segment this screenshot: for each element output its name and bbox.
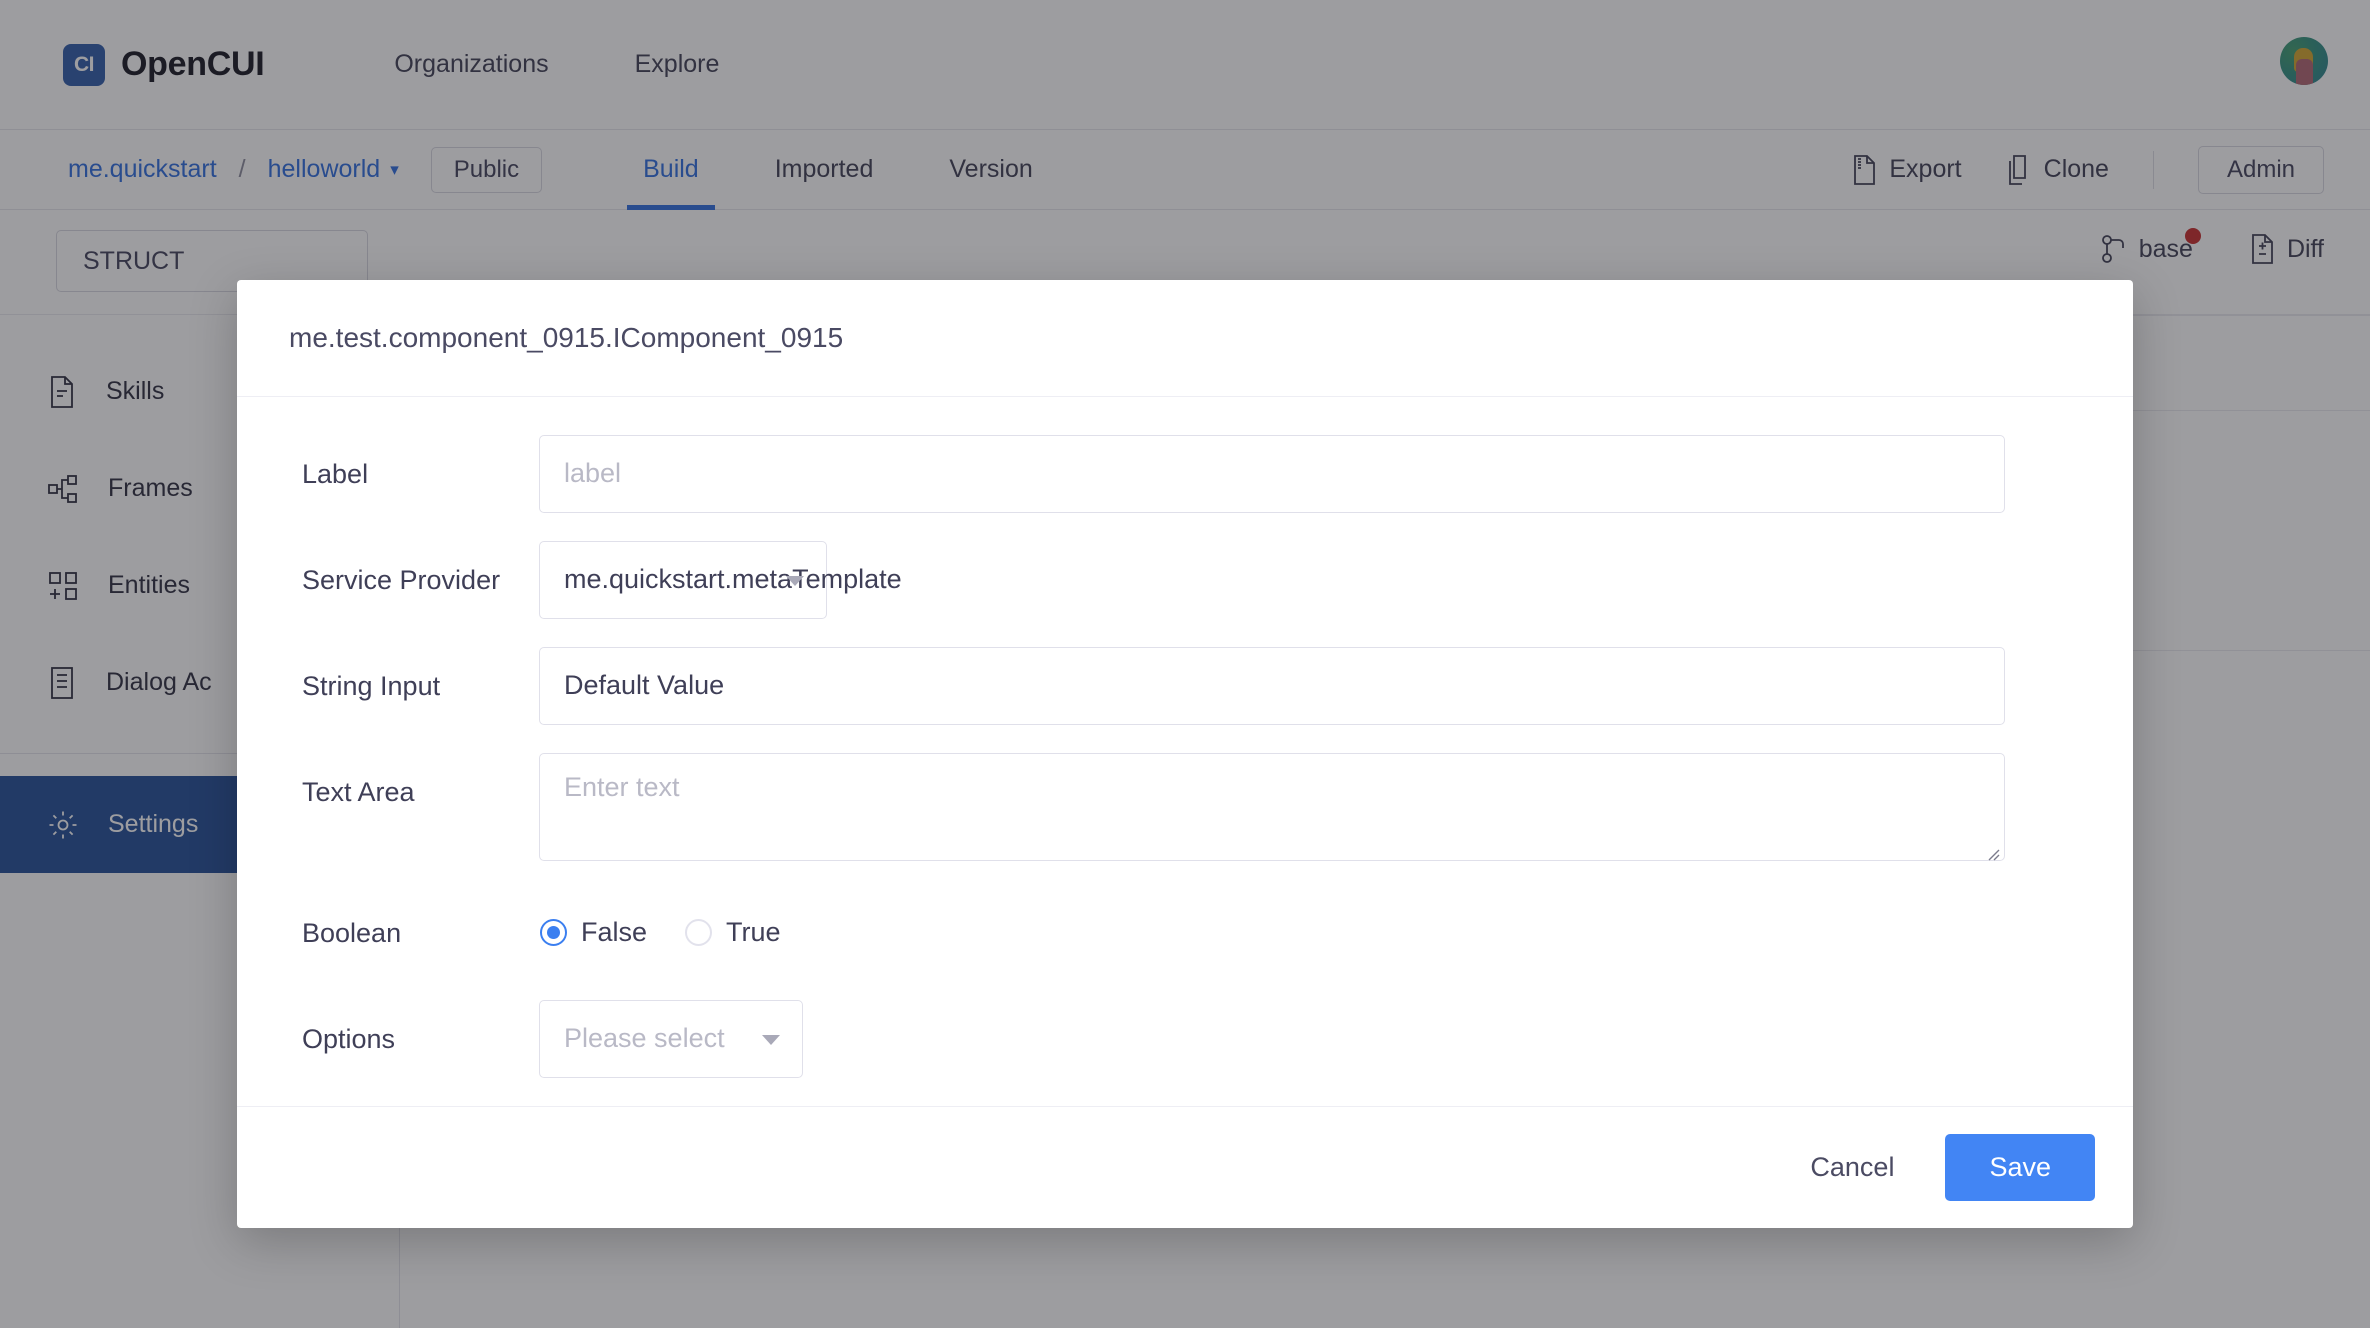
form-row-string-input: String Input (237, 647, 2133, 725)
radio-false-label: False (581, 917, 647, 948)
component-editor-dialog: me.test.component_0915.IComponent_0915 L… (237, 280, 2133, 1228)
form-row-label: Label (237, 435, 2133, 513)
form-row-boolean: Boolean False True (237, 894, 2133, 972)
chevron-down-icon (786, 576, 804, 586)
form-row-options: Options Please select (237, 1000, 2133, 1078)
form-row-service-provider: Service Provider me.quickstart.metaTempl… (237, 541, 2133, 619)
dialog-title: me.test.component_0915.IComponent_0915 (289, 322, 843, 354)
field-label-options: Options (237, 1000, 539, 1078)
options-select[interactable]: Please select (539, 1000, 803, 1078)
service-provider-value: me.quickstart.metaTemplate (564, 564, 902, 595)
radio-true-label: True (726, 917, 781, 948)
boolean-radio-group: False True (539, 894, 2133, 972)
label-input[interactable] (539, 435, 2005, 513)
options-placeholder: Please select (564, 1023, 725, 1054)
dialog-footer: Cancel Save (237, 1106, 2133, 1228)
field-control-options: Please select (539, 1000, 2133, 1078)
radio-false-indicator (540, 919, 567, 946)
radio-false[interactable]: False (540, 917, 647, 948)
cancel-button[interactable]: Cancel (1775, 1134, 1929, 1201)
field-control-boolean: False True (539, 894, 2133, 972)
textarea-wrapper (539, 753, 2005, 866)
chevron-down-icon (762, 1035, 780, 1045)
radio-true[interactable]: True (685, 917, 781, 948)
field-label-service-provider: Service Provider (237, 541, 539, 619)
field-label-string-input: String Input (237, 647, 539, 725)
field-control-text-area (539, 753, 2133, 866)
field-label-text-area: Text Area (237, 753, 539, 831)
field-label-boolean: Boolean (237, 894, 539, 972)
string-input-field[interactable] (539, 647, 2005, 725)
field-control-label (539, 435, 2133, 513)
radio-true-indicator (685, 919, 712, 946)
app-root: CI OpenCUI Organizations Explore me.quic… (0, 0, 2370, 1328)
save-button[interactable]: Save (1945, 1134, 2095, 1201)
dialog-header: me.test.component_0915.IComponent_0915 (237, 280, 2133, 397)
dialog-body: Label Service Provider me.quickstart.met… (237, 397, 2133, 1106)
field-label-label: Label (237, 435, 539, 513)
text-area-field[interactable] (539, 753, 2005, 861)
service-provider-select[interactable]: me.quickstart.metaTemplate (539, 541, 827, 619)
field-control-service-provider: me.quickstart.metaTemplate (539, 541, 2133, 619)
field-control-string-input (539, 647, 2133, 725)
form-row-text-area: Text Area (237, 753, 2133, 866)
